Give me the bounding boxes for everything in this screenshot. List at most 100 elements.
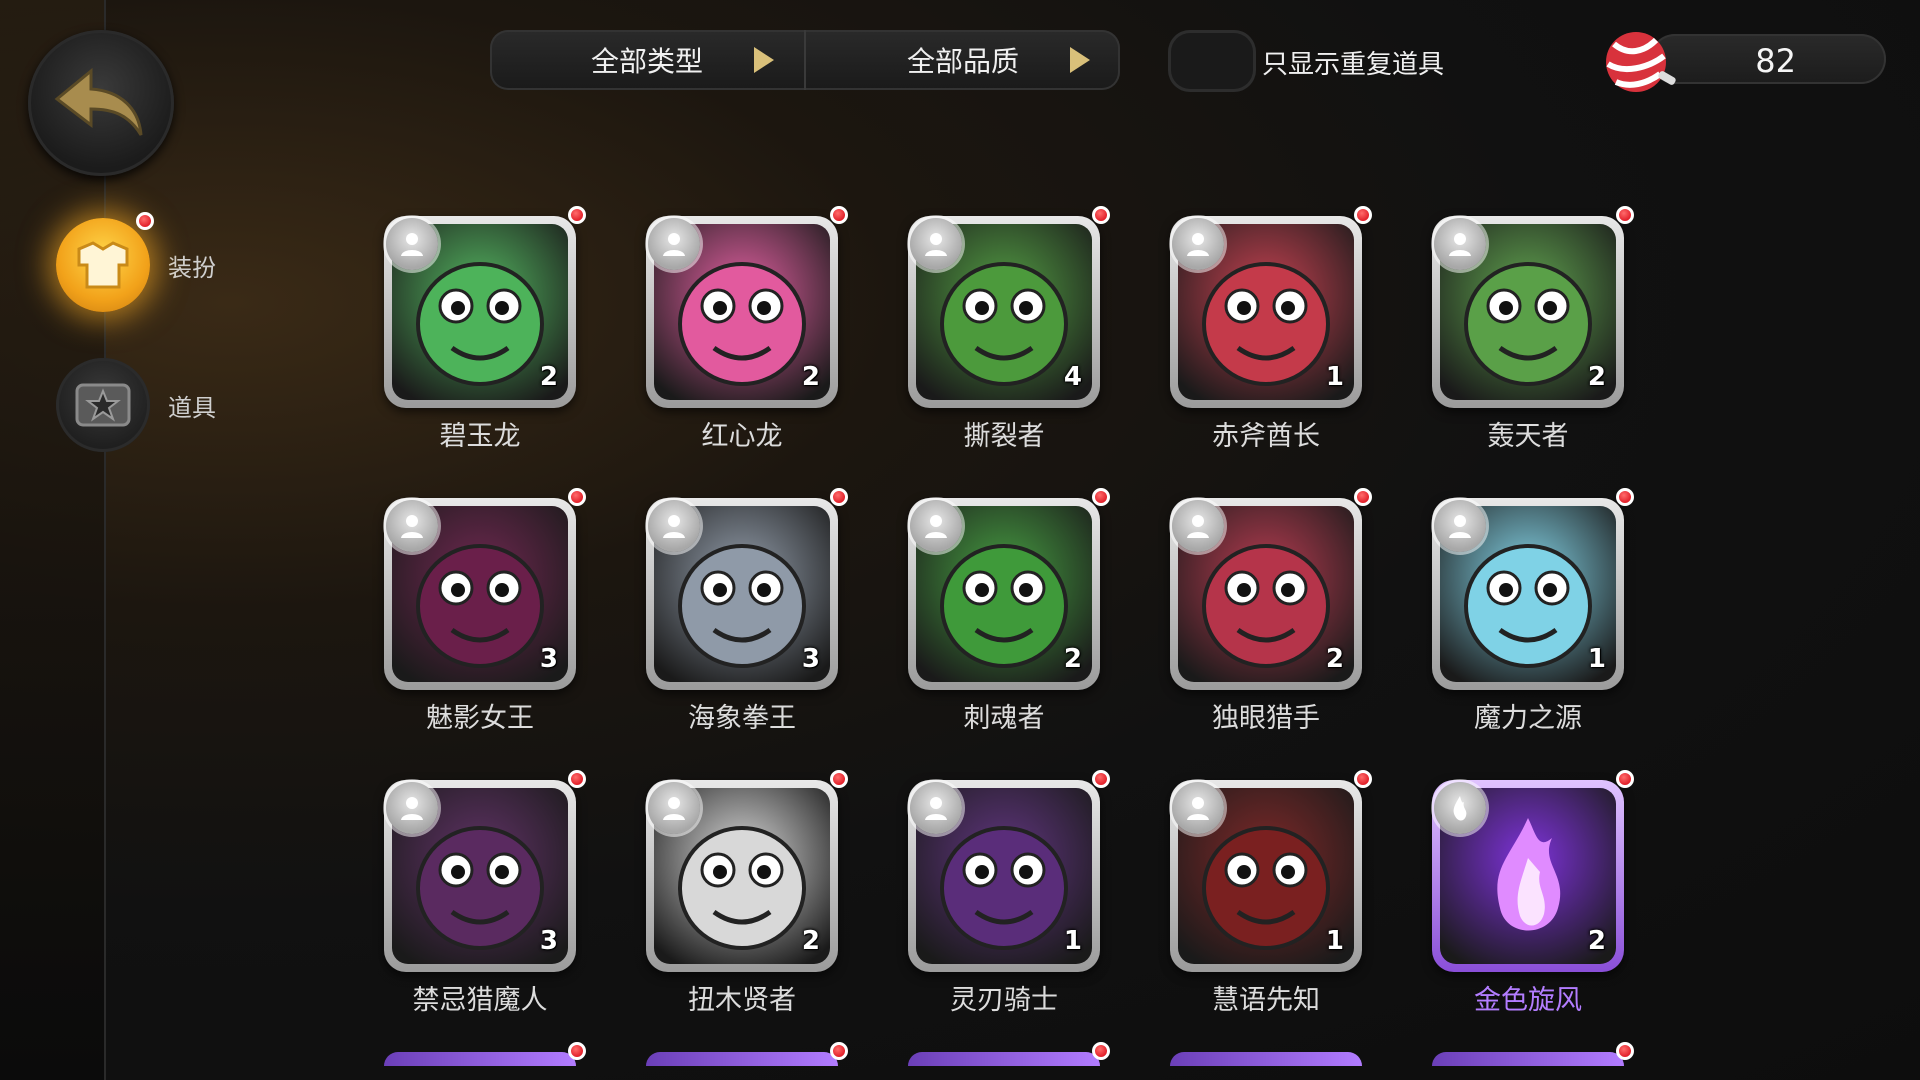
- item-frame: 2: [384, 216, 576, 408]
- sidebar-item-label: 装扮: [168, 253, 216, 282]
- item-count: 1: [1325, 926, 1344, 956]
- notification-dot: [1354, 206, 1372, 224]
- item-name: 红心龙: [701, 421, 783, 452]
- notification-dot: [1616, 488, 1634, 506]
- notification-dot: [1092, 488, 1110, 506]
- person-icon: [1434, 500, 1486, 552]
- item-count: 2: [1587, 926, 1606, 956]
- item-card-partial[interactable]: [1432, 1042, 1634, 1066]
- person-icon: [648, 218, 700, 270]
- item-count: 4: [1063, 362, 1082, 392]
- item-count: 2: [1587, 362, 1606, 392]
- type-filter-dropdown[interactable]: 全部类型: [490, 30, 804, 90]
- item-card-partial[interactable]: [646, 1042, 848, 1066]
- flame-icon: [1434, 782, 1486, 834]
- play-arrow-icon: [1070, 47, 1090, 73]
- item-frame: 1: [1432, 498, 1624, 690]
- item-card-partial[interactable]: [908, 1042, 1110, 1066]
- item-frame: 3: [384, 780, 576, 972]
- notification-dot: [568, 1042, 586, 1060]
- notification-dot: [830, 206, 848, 224]
- item-frame: 3: [384, 498, 576, 690]
- item-frame: 2: [646, 780, 838, 972]
- quality-filter-label: 全部品质: [906, 45, 1019, 78]
- notification-dot: [1354, 770, 1372, 788]
- sidebar-item-outfit[interactable]: 装扮: [56, 212, 216, 312]
- person-icon: [910, 218, 962, 270]
- person-icon: [648, 500, 700, 552]
- person-icon: [1172, 218, 1224, 270]
- notification-dot: [1354, 488, 1372, 506]
- duplicate-only-label: 只显示重复道具: [1262, 50, 1445, 80]
- item-count: 2: [801, 362, 820, 392]
- person-icon: [386, 782, 438, 834]
- notification-dot: [1616, 206, 1634, 224]
- type-filter-label: 全部类型: [590, 45, 703, 78]
- notification-dot: [568, 488, 586, 506]
- item-name: 扭木贤者: [688, 985, 796, 1016]
- item-card-partial[interactable]: [384, 1042, 586, 1066]
- duplicate-only-toggle[interactable]: [1168, 30, 1256, 92]
- item-count: 1: [1063, 926, 1082, 956]
- item-name: 轰天者: [1487, 421, 1569, 452]
- item-count: 2: [801, 926, 820, 956]
- notification-dot: [568, 770, 586, 788]
- item-frame: 4: [908, 216, 1100, 408]
- item-frame: 1: [1170, 216, 1362, 408]
- notification-dot: [1092, 206, 1110, 224]
- back-arrow-icon: [54, 67, 143, 136]
- item-count: 2: [539, 362, 558, 392]
- notification-dot: [136, 212, 154, 230]
- item-count: 2: [1063, 644, 1082, 674]
- item-name: 慧语先知: [1212, 985, 1320, 1016]
- item-frame: 1: [908, 780, 1100, 972]
- filter-bar: 全部类型 全部品质: [490, 30, 1120, 90]
- person-icon: [648, 782, 700, 834]
- sidebar-item-props[interactable]: 道具: [56, 358, 216, 452]
- quality-filter-dropdown[interactable]: 全部品质: [804, 30, 1120, 90]
- item-count: 2: [1325, 644, 1344, 674]
- item-count: 3: [801, 644, 820, 674]
- item-count: 3: [539, 926, 558, 956]
- item-name: 魅影女王: [426, 703, 534, 734]
- notification-dot: [1092, 1042, 1110, 1060]
- play-arrow-icon: [754, 47, 774, 73]
- notification-dot: [1092, 770, 1110, 788]
- currency-value: 82: [1755, 42, 1796, 80]
- person-icon: [1172, 782, 1224, 834]
- item-name: 魔力之源: [1474, 703, 1582, 734]
- notification-dot: [830, 1042, 848, 1060]
- sidebar-item-label: 道具: [168, 393, 216, 422]
- person-icon: [386, 218, 438, 270]
- person-icon: [386, 500, 438, 552]
- item-count: 3: [539, 644, 558, 674]
- notification-dot: [830, 488, 848, 506]
- item-name: 禁忌猎魔人: [412, 985, 548, 1016]
- person-icon: [1172, 500, 1224, 552]
- item-card-partial[interactable]: [1170, 1052, 1362, 1066]
- notification-dot: [1616, 1042, 1634, 1060]
- item-name: 赤斧酋长: [1212, 421, 1320, 452]
- item-count: 1: [1325, 362, 1344, 392]
- notification-dot: [830, 770, 848, 788]
- item-name: 金色旋风: [1474, 985, 1582, 1016]
- item-name: 撕裂者: [963, 421, 1045, 452]
- item-name: 碧玉龙: [439, 421, 521, 452]
- notification-dot: [1616, 770, 1634, 788]
- person-icon: [910, 500, 962, 552]
- item-frame: 2: [1432, 780, 1624, 972]
- back-button[interactable]: [28, 30, 174, 176]
- item-count: 1: [1587, 644, 1606, 674]
- person-icon: [910, 782, 962, 834]
- item-name: 独眼猎手: [1212, 703, 1320, 734]
- currency-display: 82: [1650, 34, 1886, 84]
- item-name: 海象拳王: [688, 703, 796, 734]
- item-frame: 2: [908, 498, 1100, 690]
- notification-dot: [568, 206, 586, 224]
- item-frame: 3: [646, 498, 838, 690]
- item-name: 刺魂者: [963, 703, 1045, 734]
- item-frame: 1: [1170, 780, 1362, 972]
- item-frame: 2: [1170, 498, 1362, 690]
- person-icon: [1434, 218, 1486, 270]
- candy-icon: [1606, 32, 1676, 92]
